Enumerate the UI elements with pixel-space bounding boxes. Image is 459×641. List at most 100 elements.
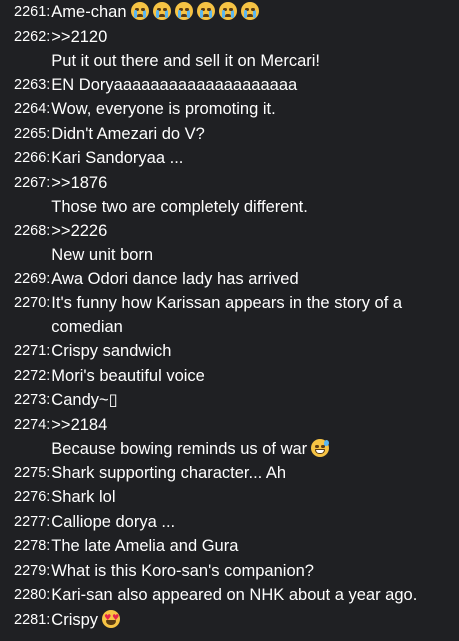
- comment-number: 2261:: [14, 4, 51, 20]
- comment-line: The late Amelia and Gura: [51, 534, 453, 558]
- comment-line-text: Ame-chan: [51, 3, 127, 21]
- comment-line-text: Awa Odori dance lady has arrived: [51, 269, 299, 288]
- comment-row: 2277: Calliope dorya ...: [0, 510, 459, 535]
- comment-line: Kari-san also appeared on NHK about a ye…: [51, 583, 453, 607]
- comment-text: Shark lol: [50, 485, 453, 509]
- comment-text: Shark supporting character... Ah: [50, 461, 453, 485]
- comment-text: The late Amelia and Gura: [50, 534, 453, 558]
- comment-row: 2279: What is this Koro-san's companion?: [0, 559, 459, 584]
- comment-number: 2270:: [14, 295, 51, 311]
- comment-row: 2281: Crispy: [0, 608, 459, 633]
- comment-line-text: It's funny how Karissan appears in the s…: [51, 294, 403, 336]
- comment-line: It's funny how Karissan appears in the s…: [51, 291, 453, 339]
- comment-row: 2272: Mori's beautiful voice: [0, 364, 459, 389]
- crying-face-icon: [174, 2, 193, 20]
- crying-face-icon: [218, 2, 237, 20]
- crying-face-icon: [152, 2, 171, 20]
- comment-line: Crispy sandwich: [51, 339, 453, 363]
- comment-line: Mori's beautiful voice: [51, 364, 453, 388]
- comment-number: 2274:: [14, 416, 51, 433]
- comment-line: Wow, everyone is promoting it.: [51, 97, 453, 121]
- comment-line-text: New unit born: [51, 245, 154, 264]
- comment-row: 2263: EN Doryaaaaaaaaaaaaaaaaaaaa: [0, 73, 459, 98]
- comment-line: Awa Odori dance lady has arrived: [51, 267, 453, 291]
- comment-row: 2273: Candy~▯: [0, 388, 459, 413]
- comment-number: 2263:: [14, 76, 51, 93]
- comment-line-text: Shark lol: [51, 488, 116, 506]
- comment-text: >>2226 New unit born: [50, 219, 453, 267]
- comment-row: 2262: >>2120 Put it out there and sell it …: [0, 25, 459, 73]
- comment-row: 2274: >>2184 Because bowing reminds us of …: [0, 413, 459, 461]
- comment-line-text: Mori's beautiful voice: [51, 366, 205, 385]
- comment-line: Ame-chan: [51, 0, 453, 24]
- comment-line: Didn't Amezari do V?: [51, 122, 453, 146]
- comment-line-text: What is this Koro-san's companion?: [51, 561, 314, 580]
- comment-row: 2268: >>2226 New unit born: [0, 219, 459, 267]
- comment-line: Candy~▯: [51, 388, 453, 412]
- comment-number: 2267:: [14, 174, 51, 191]
- comment-number: 2276:: [14, 489, 51, 505]
- comment-text: Calliope dorya ...: [50, 510, 453, 534]
- comment-number: 2279:: [14, 562, 51, 579]
- comment-row: 2276: Shark lol: [0, 485, 459, 510]
- comment-number: 2281:: [14, 611, 51, 628]
- comment-text: Candy~▯: [50, 388, 453, 412]
- comment-line-text: Crispy sandwich: [51, 342, 172, 360]
- comment-line-text: >>2184: [51, 415, 108, 434]
- comment-line: Those two are completely different.: [51, 195, 453, 219]
- comment-line: New unit born: [51, 243, 453, 267]
- comment-line-text: Put it out there and sell it on Mercari!: [51, 51, 321, 70]
- comment-text: Awa Odori dance lady has arrived: [50, 267, 453, 291]
- comment-number: 2272:: [14, 367, 51, 384]
- heart-eyes-face-icon: [102, 609, 121, 628]
- comment-row: 2261: Ame-chan: [0, 0, 459, 25]
- comment-line-text: Those two are completely different.: [51, 197, 308, 216]
- comment-line: Because bowing reminds us of war: [51, 437, 453, 461]
- crying-face-icon: [196, 2, 215, 20]
- comment-row: 2269: Awa Odori dance lady has arrived: [0, 267, 459, 292]
- comment-text: What is this Koro-san's companion?: [50, 559, 453, 583]
- comment-line: What is this Koro-san's companion?: [51, 559, 453, 583]
- comment-text: >>1876 Those two are completely different…: [50, 171, 453, 219]
- comment-number: 2266:: [14, 150, 51, 166]
- comment-list: 2261: Ame-chan 2262: >>2120 Put it out there…: [0, 0, 459, 632]
- comment-row: 2266: Kari Sandoryaa ...: [0, 146, 459, 171]
- comment-line: >>2226: [51, 219, 453, 243]
- comment-line-text: EN Doryaaaaaaaaaaaaaaaaaaaa: [51, 75, 298, 94]
- crying-face-icon: [130, 2, 149, 20]
- comment-row: 2270: It's funny how Karissan appears in …: [0, 291, 459, 339]
- comment-line: EN Doryaaaaaaaaaaaaaaaaaaaa: [51, 73, 453, 97]
- comment-number: 2271:: [14, 343, 51, 359]
- comment-text: It's funny how Karissan appears in the s…: [50, 291, 453, 339]
- comment-line: Crispy: [51, 608, 453, 632]
- comment-number: 2269:: [14, 270, 51, 287]
- comment-line-text: The late Amelia and Gura: [51, 537, 239, 555]
- comment-line: >>1876: [51, 171, 453, 195]
- comment-text: >>2184 Because bowing reminds us of war: [50, 413, 453, 461]
- comment-line: Calliope dorya ...: [51, 510, 453, 534]
- comment-number: 2280:: [14, 587, 51, 603]
- comment-line-text: Crispy: [51, 610, 99, 629]
- crying-face-icon: [240, 2, 259, 20]
- comment-row: 2278: The late Amelia and Gura: [0, 534, 459, 559]
- comment-line: Shark supporting character... Ah: [51, 461, 453, 485]
- comment-number: 2278:: [14, 538, 51, 554]
- comment-text: Kari-san also appeared on NHK about a ye…: [50, 583, 453, 607]
- comment-number: 2265:: [14, 125, 51, 142]
- comment-line-text: Candy~▯: [51, 391, 118, 409]
- comment-line-text: Calliope dorya ...: [51, 512, 176, 531]
- comment-text: Crispy sandwich: [50, 339, 453, 363]
- comment-line: Shark lol: [51, 485, 453, 509]
- comment-number: 2268:: [14, 222, 51, 239]
- comment-text: Wow, everyone is promoting it.: [50, 97, 453, 121]
- comment-row: 2267: >>1876 Those two are completely diff…: [0, 171, 459, 219]
- comment-text: Ame-chan: [50, 0, 453, 24]
- comment-number: 2264:: [14, 101, 51, 117]
- comment-text: >>2120 Put it out there and sell it on Me…: [50, 25, 453, 73]
- comment-number: 2273:: [14, 392, 51, 408]
- comment-line-text: >>2226: [51, 221, 108, 240]
- comment-text: Crispy: [50, 608, 453, 632]
- comment-line-text: Kari-san also appeared on NHK about a ye…: [51, 586, 418, 604]
- comment-line: >>2184: [51, 413, 453, 437]
- comment-line: Kari Sandoryaa ...: [51, 146, 453, 170]
